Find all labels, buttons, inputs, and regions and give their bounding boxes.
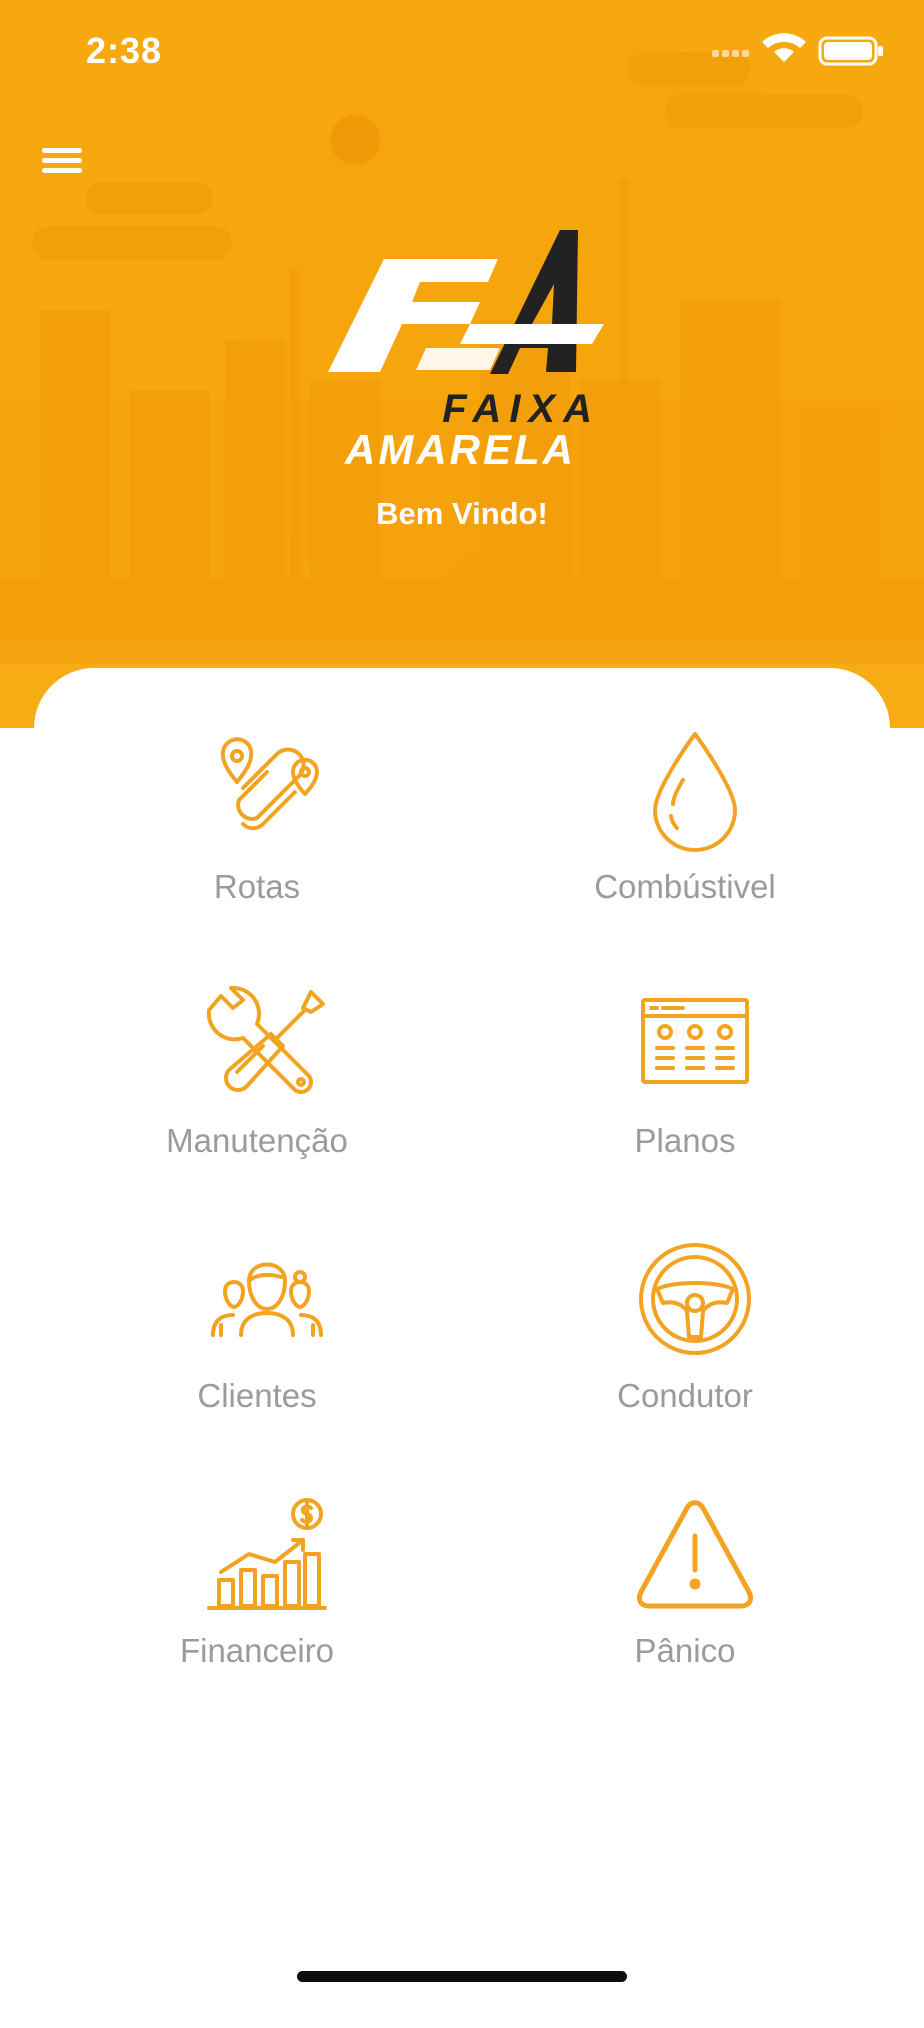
menu-item-rotas[interactable]: Rotas [92,732,422,932]
svg-text:AMARELA: AMARELA [344,426,576,472]
menu-item-panico[interactable]: Pânico [520,1496,850,1696]
home-indicator[interactable] [297,1971,627,1982]
route-icon [220,737,320,831]
menu-item-condutor[interactable]: Condutor [520,1241,850,1441]
steering-wheel-icon [639,1243,751,1355]
header: 2:38 FAIXA AMARELA Bem Vindo! [0,0,924,728]
status-bar: 2:38 [0,0,924,100]
menu-item-label: Planos [634,1122,736,1159]
tools-icon [207,986,325,1094]
wifi-icon [762,33,806,62]
signal-icon [712,50,749,57]
menu-item-label: Manutenção [166,1122,348,1159]
welcome-text: Bem Vindo! [376,496,548,531]
warning-icon [636,1500,754,1609]
menu-item-planos[interactable]: Planos [520,986,850,1186]
menu-item-combustivel[interactable]: Combústivel [520,732,850,932]
svg-text:FAIXA: FAIXA [442,387,600,431]
menu-item-manutencao[interactable]: Manutenção [92,986,422,1186]
finance-chart-icon [207,1498,327,1610]
menu-item-label: Financeiro [179,1632,335,1669]
menu-item-label: Rotas [213,868,301,905]
status-icons [712,33,883,66]
menu-item-label: Pânico [634,1632,736,1669]
menu-item-financeiro[interactable]: Financeiro [92,1496,422,1696]
battery-icon [818,36,883,66]
menu-item-label: Condutor [617,1377,753,1414]
fuel-drop-icon [653,732,737,852]
menu-item-label: Clientes [197,1377,317,1414]
plans-browser-icon [641,998,749,1084]
menu-item-clientes[interactable]: Clientes [92,1241,422,1441]
menu-item-label: Combústivel [594,868,776,905]
menu-card: Rotas Combústivel Manutenção Planos Clie… [34,668,890,2028]
faixa-amarela-logo: FAIXA AMARELA [328,230,604,472]
hamburger-menu-icon[interactable] [38,140,86,182]
status-time: 2:38 [86,30,163,71]
clients-group-icon [211,1262,323,1337]
